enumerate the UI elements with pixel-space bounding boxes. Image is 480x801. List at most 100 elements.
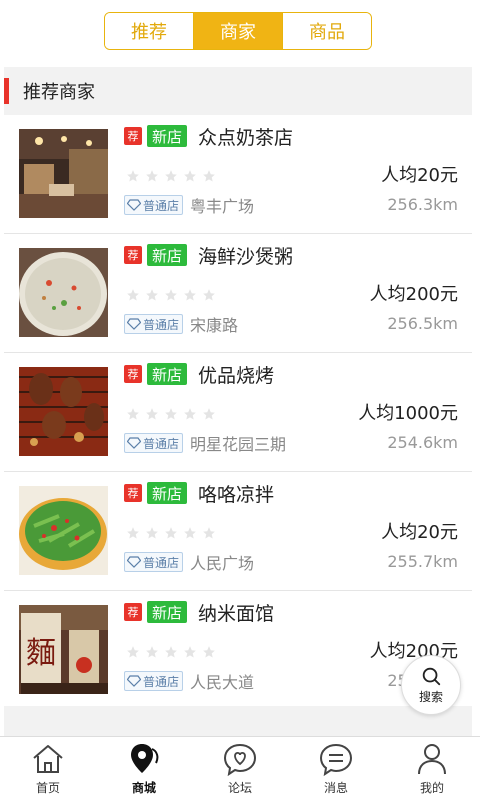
star-icon [146,170,158,182]
star-icon [203,408,215,420]
avg-price: 人均20元 [381,522,458,543]
diamond-icon [127,556,141,568]
star-icon [127,646,139,658]
star-icon [184,408,196,420]
shop-location: 人民大道 [190,673,255,692]
location-pin-icon [131,744,159,773]
nav-label: 我的 [419,781,444,795]
diamond-icon [127,199,141,211]
star-icon [203,170,215,182]
star-icon [165,289,177,301]
star-icon [146,646,158,658]
section-title: 推荐商家 [23,82,95,103]
new-store-badge: 新店 [147,601,188,623]
shop-distance: 255.7km [387,552,458,571]
shop-thumbnail [19,248,108,337]
search-button[interactable]: 搜索 [401,655,461,715]
section-accent-bar [4,78,9,104]
shop-list: 荐 新店 众点奶茶店 人均20元 普通店 粤丰广场 256.3km 荐 新店 海… [4,115,472,710]
store-level-text: 普通店 [143,317,180,332]
shop-thumbnail [19,486,108,575]
rating-stars [126,407,216,421]
rating-stars [126,526,216,540]
recommend-badge: 荐 [124,127,142,145]
star-icon [127,408,139,420]
star-icon [146,408,158,420]
tab-recommend[interactable]: 推荐 [105,13,193,49]
new-store-badge: 新店 [147,244,188,266]
nav-label: 首页 [35,781,60,795]
shop-name: 纳米面馆 [198,603,275,625]
star-icon [146,289,158,301]
new-store-badge: 新店 [147,125,188,147]
star-icon [184,170,196,182]
shop-thumbnail [19,367,108,456]
shop-location: 明星花园三期 [190,435,287,454]
list-footer-strip [4,706,472,736]
shop-list-item[interactable]: 荐 新店 众点奶茶店 人均20元 普通店 粤丰广场 256.3km [4,115,472,234]
store-level-text: 普通店 [143,555,180,570]
diamond-icon [127,318,141,330]
shop-name: 众点奶茶店 [198,127,294,149]
store-level-badge: 普通店 [124,433,184,453]
nav-item-profile[interactable]: 我的 [384,737,480,801]
bottom-nav: 首页 商城 论坛 消息 我的 [0,736,480,801]
new-store-badge: 新店 [147,363,188,385]
shop-location: 宋康路 [190,316,239,335]
shop-distance: 256.3km [387,195,458,214]
store-level-badge: 普通店 [124,552,184,572]
shop-name: 咯咯凉拌 [198,484,275,506]
store-level-text: 普通店 [143,198,180,213]
star-icon [165,170,177,182]
recommend-badge: 荐 [124,603,142,621]
star-icon [127,170,139,182]
shop-distance: 254.6km [387,433,458,452]
star-icon [146,527,158,539]
store-level-badge: 普通店 [124,671,184,691]
home-icon [33,745,63,773]
shop-list-item[interactable]: 荐 新店 咯咯凉拌 人均20元 普通店 人民广场 255.7km [4,472,472,591]
shop-location: 人民广场 [190,554,255,573]
star-icon [165,527,177,539]
svg-text:麵: 麵 [26,636,56,671]
star-icon [127,289,139,301]
avg-price: 人均1000元 [358,403,458,424]
store-level-text: 普通店 [143,436,180,451]
nav-label: 论坛 [227,781,252,795]
shop-name: 海鲜沙煲粥 [198,246,294,268]
shop-list-item[interactable]: 荐 新店 优品烧烤 人均1000元 普通店 明星花园三期 254.6km [4,353,472,472]
shop-name: 优品烧烤 [198,365,275,387]
star-icon [127,527,139,539]
rating-stars [126,169,216,183]
recommend-badge: 荐 [124,246,142,264]
nav-item-forum[interactable]: 论坛 [192,737,288,801]
category-tabs: 推荐 商家 商品 [104,12,372,50]
nav-item-messages[interactable]: 消息 [288,737,384,801]
search-label: 搜索 [418,690,443,704]
tab-products[interactable]: 商品 [282,13,371,49]
avg-price: 人均200元 [369,284,458,305]
section-header: 推荐商家 [4,67,472,115]
shop-list-item[interactable]: 荐 新店 海鲜沙煲粥 人均200元 普通店 宋康路 256.5km [4,234,472,353]
recommend-badge: 荐 [124,365,142,383]
shop-location: 粤丰广场 [190,197,255,216]
new-store-badge: 新店 [147,482,188,504]
star-icon [165,646,177,658]
star-icon [203,289,215,301]
store-level-badge: 普通店 [124,314,184,334]
tab-merchants[interactable]: 商家 [193,13,282,49]
shop-distance: 256.5km [387,314,458,333]
avg-price: 人均20元 [381,165,458,186]
nav-item-home[interactable]: 首页 [0,737,96,801]
message-icon [319,743,353,777]
star-icon [184,646,196,658]
rating-stars [126,645,216,659]
recommend-badge: 荐 [124,484,142,502]
nav-label: 商城 [131,781,156,795]
rating-stars [126,288,216,302]
nav-item-mall[interactable]: 商城 [96,737,192,801]
search-icon [422,667,441,686]
store-level-text: 普通店 [143,674,180,689]
star-icon [184,289,196,301]
star-icon [184,527,196,539]
